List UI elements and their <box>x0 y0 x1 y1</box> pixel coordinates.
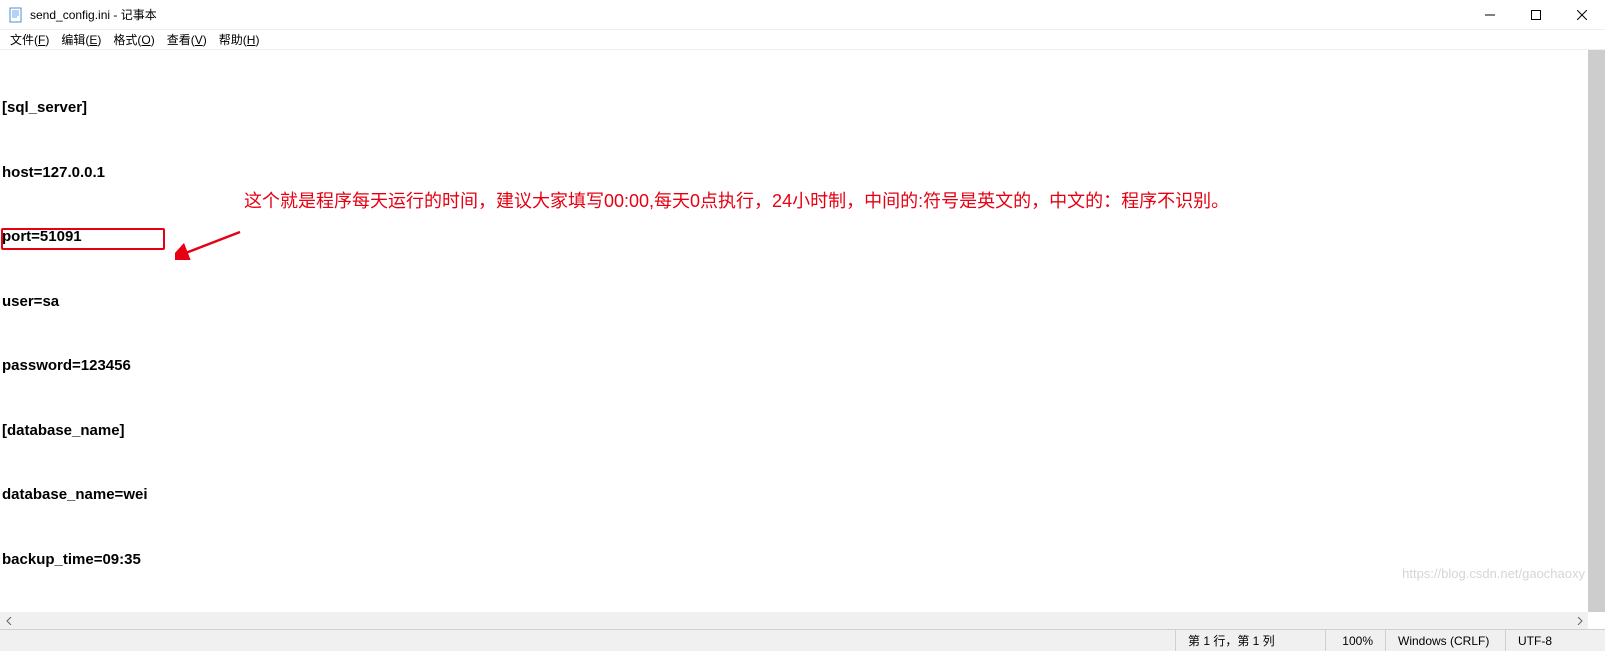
text-line: port=51091 <box>2 226 148 248</box>
text-line: host=127.0.0.1 <box>2 162 148 184</box>
text-line: [database_name] <box>2 420 148 442</box>
vertical-scrollbar[interactable] <box>1588 50 1605 612</box>
titlebar-left: send_config.ini - 记事本 <box>8 6 157 23</box>
titlebar: send_config.ini - 记事本 <box>0 0 1605 30</box>
menu-file[interactable]: 文件(F) <box>4 29 55 50</box>
horizontal-scrollbar[interactable] <box>0 612 1588 629</box>
annotation-text: 这个就是程序每天运行的时间，建议大家填写00:00,每天0点执行，24小时制，中… <box>244 186 1264 216</box>
menu-view[interactable]: 查看(V) <box>161 29 213 50</box>
text-line: backup_time=09:35 <box>2 549 148 571</box>
menu-help[interactable]: 帮助(H) <box>213 29 266 50</box>
status-eol: Windows (CRLF) <box>1385 630 1505 651</box>
text-line: [sql_server] <box>2 97 148 119</box>
menu-edit[interactable]: 编辑(E) <box>55 29 107 50</box>
text-editor-area[interactable]: [sql_server] host=127.0.0.1 port=51091 u… <box>0 50 1605 607</box>
minimize-button[interactable] <box>1467 0 1513 30</box>
scroll-right-icon[interactable] <box>1571 612 1588 629</box>
window-title: send_config.ini - 记事本 <box>30 6 157 23</box>
menubar: 文件(F) 编辑(E) 格式(O) 查看(V) 帮助(H) <box>0 30 1605 50</box>
status-position: 第 1 行，第 1 列 <box>1175 630 1325 651</box>
status-zoom: 100% <box>1325 630 1385 651</box>
text-line: user=sa <box>2 291 148 313</box>
text-content[interactable]: [sql_server] host=127.0.0.1 port=51091 u… <box>2 54 148 607</box>
annotation-arrow-icon <box>175 230 245 260</box>
status-encoding: UTF-8 <box>1505 630 1605 651</box>
text-line: password=123456 <box>2 355 148 377</box>
maximize-button[interactable] <box>1513 0 1559 30</box>
statusbar: 第 1 行，第 1 列 100% Windows (CRLF) UTF-8 <box>0 629 1605 651</box>
window-controls <box>1467 0 1605 30</box>
close-button[interactable] <box>1559 0 1605 30</box>
text-line: database_name=wei <box>2 484 148 506</box>
vertical-scroll-thumb[interactable] <box>1588 50 1605 612</box>
scroll-left-icon[interactable] <box>0 612 17 629</box>
notepad-icon <box>8 7 24 23</box>
watermark: https://blog.csdn.net/gaochaoxy <box>1402 566 1585 581</box>
menu-format[interactable]: 格式(O) <box>107 29 160 50</box>
